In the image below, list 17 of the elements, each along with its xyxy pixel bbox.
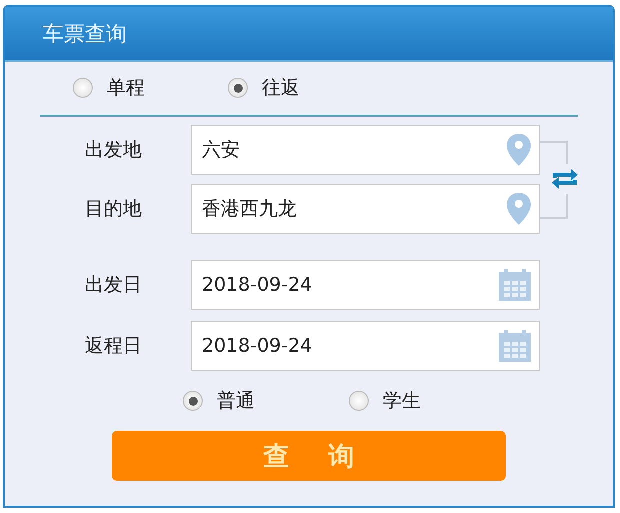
radio-option[interactable]: 单程 <box>73 76 228 100</box>
radio-option[interactable]: 往返 <box>228 76 383 100</box>
panel-title: 车票查询 <box>43 20 127 48</box>
input-field[interactable]: 六安 <box>191 125 540 175</box>
radio-option[interactable]: 普通 <box>183 393 349 409</box>
input-field[interactable]: 2018-09-24 <box>191 321 540 371</box>
location-pin-icon <box>506 192 532 226</box>
field-label: 返程日 <box>84 334 143 359</box>
input-field[interactable]: 2018-09-24 <box>191 260 540 310</box>
calendar-icon <box>498 268 532 302</box>
field-label: 出发日 <box>84 273 143 298</box>
location-pin-icon <box>506 133 532 167</box>
radio-option[interactable]: 学生 <box>349 393 515 409</box>
field-label: 出发地 <box>84 138 143 163</box>
input-field[interactable]: 香港西九龙 <box>191 184 540 234</box>
calendar-icon <box>498 329 532 363</box>
field-label: 目的地 <box>84 197 143 222</box>
